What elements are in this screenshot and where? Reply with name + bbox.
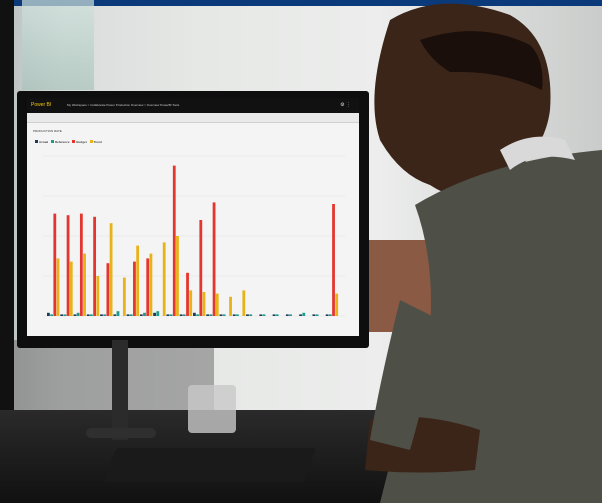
chart-bar xyxy=(122,277,126,316)
legend-label: Budget xyxy=(76,140,87,144)
chart-bar xyxy=(176,236,179,316)
chart-bar xyxy=(76,312,80,316)
chart-bar xyxy=(302,312,306,316)
chart-bar xyxy=(215,293,219,316)
chart-bar xyxy=(246,314,249,316)
chart-bar xyxy=(206,314,210,316)
chart-bar xyxy=(209,314,213,316)
chart-bar xyxy=(79,213,83,316)
legend-label: Trend xyxy=(93,140,102,144)
background-window xyxy=(22,0,94,90)
chart-bar xyxy=(232,314,236,316)
chart-bar xyxy=(66,215,70,316)
bar-chart xyxy=(43,155,345,317)
chart-bar xyxy=(229,296,232,316)
legend-label: Actual xyxy=(39,140,49,144)
powerbi-topbar: Power BI My Workspace > Collaborate Powe… xyxy=(27,98,359,113)
person-silhouette xyxy=(365,3,602,503)
chart-bar xyxy=(249,314,253,316)
chart-bar xyxy=(143,312,146,316)
chart-bar xyxy=(153,312,156,316)
chart-bar xyxy=(156,311,160,316)
chart-bar xyxy=(172,165,176,316)
chart-bar xyxy=(116,311,120,316)
chart-bar xyxy=(146,258,150,316)
chart-bar xyxy=(109,223,113,316)
chart-bar xyxy=(162,242,166,316)
chart-bar xyxy=(113,314,117,316)
chart-bar xyxy=(189,290,193,316)
monitor-screen: Power BI My Workspace > Collaborate Powe… xyxy=(27,98,359,336)
powerbi-logo: Power BI xyxy=(31,102,52,108)
chart-bar xyxy=(129,314,133,316)
legend-swatch-teal xyxy=(51,140,55,143)
chart-bar xyxy=(328,314,332,316)
chart-bar xyxy=(242,290,246,316)
chart-bar xyxy=(90,314,93,316)
chart-bar xyxy=(222,314,226,316)
toolbar-icons: ⚙ ⋮ xyxy=(340,102,351,108)
chart-bar xyxy=(56,258,60,316)
chart-bar xyxy=(136,245,140,316)
chart-bar xyxy=(332,204,335,316)
chart-bar xyxy=(186,272,189,316)
chart-bar xyxy=(96,276,100,316)
chart-bar xyxy=(103,314,107,316)
chart-bar xyxy=(212,202,216,316)
chart-bar xyxy=(86,314,90,316)
keyboard xyxy=(103,448,317,482)
chart-bar xyxy=(196,314,199,316)
chart-bar xyxy=(69,261,73,316)
chart-bar xyxy=(262,314,266,316)
chart-bar xyxy=(50,314,53,316)
breadcrumb: My Workspace > Collaborate Power Product… xyxy=(67,103,180,107)
chart-bar xyxy=(100,314,103,316)
chart-bar xyxy=(53,213,57,316)
chart-bar xyxy=(179,314,183,316)
photo-scene: Power BI My Workspace > Collaborate Powe… xyxy=(0,0,602,503)
chart-bar xyxy=(202,292,206,316)
chart-bar xyxy=(199,220,203,316)
chart-bar xyxy=(169,314,173,316)
cup xyxy=(188,385,236,433)
chart-bar xyxy=(312,314,316,316)
chart-bar xyxy=(275,314,279,316)
chart-bar xyxy=(139,314,143,316)
chart-bar xyxy=(289,314,292,316)
chart-bar xyxy=(60,314,64,316)
monitor-stand-base xyxy=(86,428,156,438)
powerbi-ribbon xyxy=(27,113,359,123)
chart-bar xyxy=(47,312,50,316)
chart-bar xyxy=(259,314,263,316)
legend-label: Reference xyxy=(55,140,70,144)
chart-bar xyxy=(299,314,302,316)
chart-bar xyxy=(325,314,329,316)
monitor: Power BI My Workspace > Collaborate Powe… xyxy=(17,91,369,348)
legend-swatch-red xyxy=(72,140,76,143)
legend-swatch-gold xyxy=(89,140,93,143)
chart-bar xyxy=(315,314,319,316)
chart-bar xyxy=(193,312,196,316)
chart-bar xyxy=(106,263,110,316)
chart-bar xyxy=(93,216,97,316)
chart-legend: Actual Reference Budget Trend xyxy=(33,140,102,144)
chart-bar xyxy=(272,314,276,316)
chart-bar xyxy=(335,293,339,316)
chart-bar xyxy=(236,314,239,316)
chart-bar xyxy=(73,314,77,316)
chart-bar xyxy=(149,253,153,316)
chart-bar xyxy=(166,314,170,316)
chart-bar xyxy=(133,261,136,316)
chart-bar xyxy=(126,314,130,316)
monitor-stand xyxy=(112,340,128,440)
chart-bar xyxy=(219,314,223,316)
chart-bar xyxy=(182,314,186,316)
chart-bar xyxy=(63,314,67,316)
chart-bar xyxy=(285,314,289,316)
legend-swatch-navy xyxy=(35,140,38,143)
report-title: PRODUCTION RATE xyxy=(33,129,62,133)
chart-bar xyxy=(83,253,86,316)
